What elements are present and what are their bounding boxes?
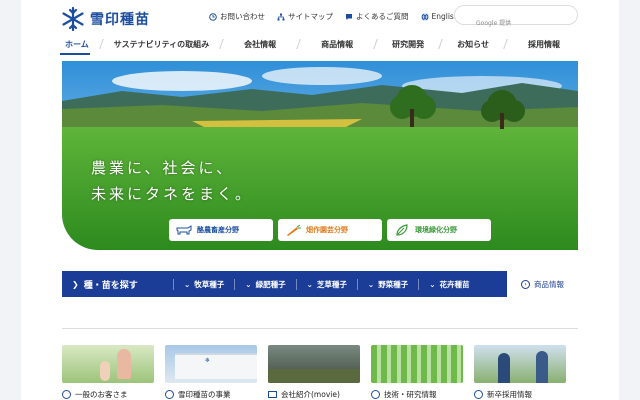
nav-company[interactable]: 会社情報: [222, 39, 298, 50]
chevron-down-icon: ⌄: [245, 279, 252, 289]
seed-item-label: 緑肥種子: [255, 279, 286, 289]
chat-icon: [346, 13, 352, 20]
feature-label: 雪印種苗の事業: [165, 389, 257, 400]
hero-tagline-1: 農業に、社会に、: [91, 159, 235, 177]
nav-research[interactable]: 研究開発: [376, 39, 440, 50]
faq-link[interactable]: よくあるご質問: [345, 11, 409, 22]
feature-label: 会社紹介(movie): [268, 389, 360, 400]
hero-banner: 農業に、社会に、 未来にタネをまく。 酪農畜産分野 畑作園芸分野 環境緑化分野: [62, 61, 578, 250]
nav-sustainability[interactable]: サステナビリティの取組み: [102, 39, 221, 50]
search-input[interactable]: Google 提供: [454, 5, 578, 27]
chevron-down-icon: ⌄: [429, 279, 436, 289]
sitemap-icon: [277, 13, 285, 20]
seed-item-green-manure[interactable]: ⌄ 緑肥種子: [234, 278, 295, 290]
recruit-image: [474, 345, 566, 383]
category-dairy-button[interactable]: 酪農畜産分野: [169, 219, 273, 241]
category-green-button[interactable]: 環境緑化分野: [387, 219, 491, 241]
general-customers-image: [62, 345, 154, 383]
hero-tagline-2: 未来にタネをまく。: [91, 185, 254, 203]
company-movie-image: [268, 345, 360, 383]
feature-research[interactable]: 技術・研究情報: [371, 345, 463, 400]
research-image: [371, 345, 463, 383]
logo-text: 雪印種苗: [90, 12, 150, 28]
snowflake-logo-icon: [62, 6, 84, 32]
chevron-down-icon: ⌄: [367, 279, 375, 289]
feature-general-customers[interactable]: 一般のお客さま: [62, 345, 154, 400]
seed-item-label: 芝草種子: [316, 279, 347, 289]
seed-search-bar: ❯ 種・苗を探す ⌄ 牧草種子 ⌄ 緑肥種子 ⌄ 芝草種子 ⌄ 野菜種子 ⌄ 花卉種苗 ›…: [62, 271, 578, 297]
carrot-icon: [287, 224, 301, 236]
chevron-right-icon: ❯: [72, 279, 79, 289]
contact-link[interactable]: お問い合わせ: [209, 11, 265, 22]
cow-icon: [176, 225, 192, 235]
video-icon: [268, 391, 277, 398]
chevron-down-icon: ⌄: [184, 279, 191, 289]
global-nav: ホーム サステナビリティの取組み 会社情報 商品情報 研究開発 お知らせ 採用情…: [21, 34, 619, 55]
nav-news[interactable]: お知らせ: [441, 39, 505, 50]
product-info-label: 商品情報: [534, 279, 564, 289]
feature-label-text: 一般のお客さま: [75, 390, 128, 399]
seed-item-flower[interactable]: ⌄ 花卉種苗: [418, 278, 479, 290]
arrow-circle-icon: [62, 390, 71, 399]
category-green-label: 環境緑化分野: [415, 226, 457, 234]
seed-search-title-text: 種・苗を探す: [83, 280, 138, 291]
nav-home[interactable]: ホーム: [53, 39, 101, 50]
sitemap-link[interactable]: サイトマップ: [277, 11, 333, 22]
sitemap-label: サイトマップ: [288, 12, 333, 21]
business-image: ❄: [165, 345, 257, 383]
feature-label: 技術・研究情報: [371, 389, 463, 400]
faq-label: よくあるご質問: [356, 12, 409, 21]
english-link[interactable]: English: [421, 11, 459, 22]
nav-active-indicator: [60, 53, 90, 55]
globe-icon: [421, 12, 428, 21]
category-dairy-label: 酪農畜産分野: [197, 226, 239, 234]
feature-business[interactable]: ❄ 雪印種苗の事業: [165, 345, 257, 400]
clock-icon: [209, 12, 217, 21]
nav-products[interactable]: 商品情報: [299, 39, 375, 50]
seed-item-pasture[interactable]: ⌄ 牧草種子: [173, 278, 234, 290]
nav-recruit[interactable]: 採用情報: [506, 39, 572, 50]
feature-label-text: 雪印種苗の事業: [178, 390, 231, 399]
feature-company-movie[interactable]: 会社紹介(movie): [268, 345, 360, 400]
feature-label-text: 新卒採用情報: [487, 390, 532, 399]
page: 雪印種苗 お問い合わせ サイトマップ よくあるご質問 English Googl…: [21, 0, 619, 400]
logo[interactable]: 雪印種苗: [60, 6, 150, 32]
arrow-circle-icon: ›: [521, 279, 530, 289]
feature-label: 一般のお客さま: [62, 389, 154, 400]
divider: [62, 328, 578, 329]
product-info-link[interactable]: › 商品情報: [507, 271, 578, 297]
utility-links: お問い合わせ サイトマップ よくあるご質問 English: [209, 11, 459, 22]
leaf-icon: [396, 224, 408, 236]
arrow-circle-icon: [165, 390, 174, 399]
seed-item-turf[interactable]: ⌄ 芝草種子: [295, 278, 357, 290]
feature-label: 新卒採用情報: [474, 389, 566, 400]
arrow-circle-icon: [474, 390, 483, 399]
seed-item-vegetable[interactable]: ⌄ 野菜種子: [356, 278, 418, 290]
arrow-circle-icon: [371, 390, 380, 399]
category-field-button[interactable]: 畑作園芸分野: [278, 219, 382, 241]
category-field-label: 畑作園芸分野: [306, 226, 348, 234]
category-buttons: 酪農畜産分野 畑作園芸分野 環境緑化分野: [169, 219, 491, 241]
seed-item-label: 野菜種子: [378, 279, 409, 289]
contact-label: お問い合わせ: [220, 12, 265, 21]
feature-label-text: 技術・研究情報: [384, 390, 437, 399]
search-brand: Google 提供: [476, 20, 512, 27]
feature-links: 一般のお客さま ❄ 雪印種苗の事業 会社紹介(movie) 技術・研究情報 新卒…: [62, 345, 566, 400]
feature-recruit[interactable]: 新卒採用情報: [474, 345, 566, 400]
seed-item-label: 牧草種子: [194, 279, 225, 289]
seed-item-label: 花卉種苗: [439, 279, 470, 289]
seed-search-title: ❯ 種・苗を探す: [62, 278, 173, 291]
feature-label-text: 会社紹介(movie): [281, 390, 340, 399]
chevron-down-icon: ⌄: [306, 279, 313, 289]
